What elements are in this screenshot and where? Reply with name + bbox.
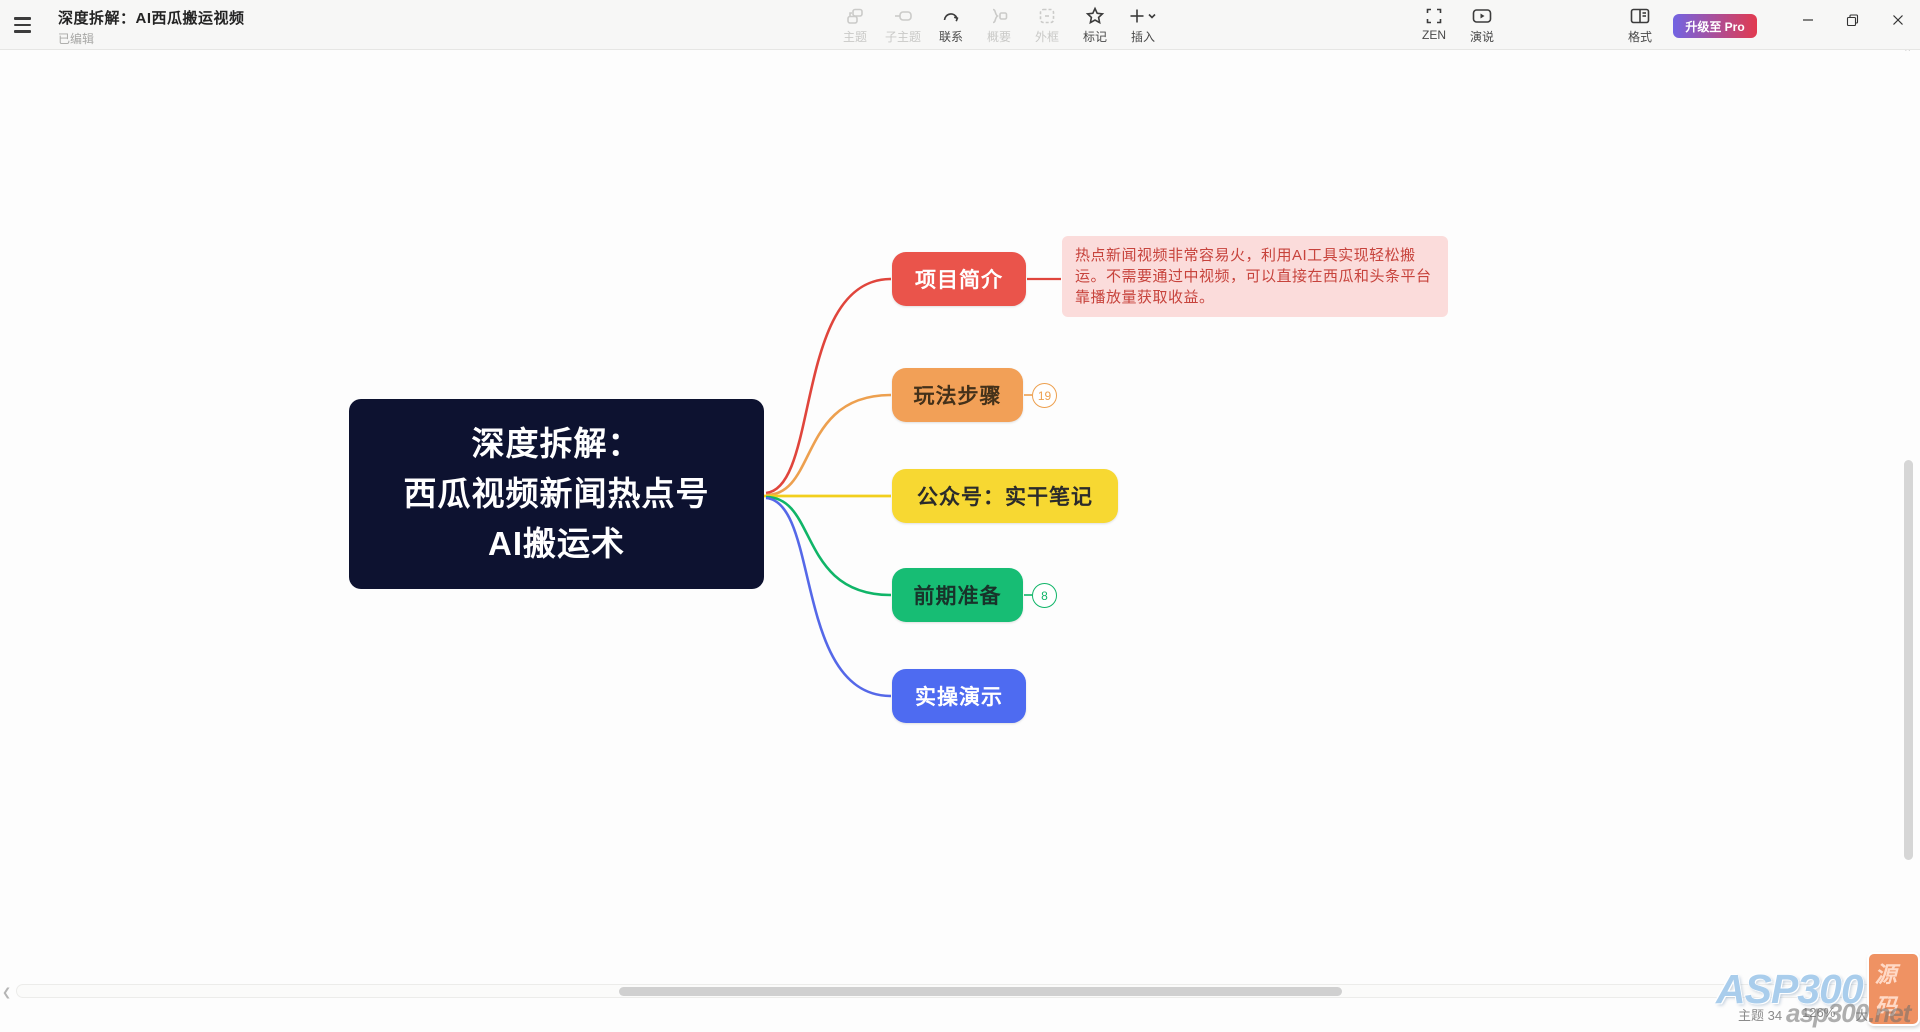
horizontal-scrollbar[interactable]	[16, 984, 1873, 998]
relationship-icon	[941, 5, 961, 27]
central-topic-line3: AI搬运术	[488, 519, 625, 569]
tool-subtopic[interactable]: 子主题	[879, 5, 927, 47]
central-topic-line2: 西瓜视频新闻热点号	[404, 469, 710, 519]
tool-format[interactable]: 格式	[1616, 5, 1664, 47]
subtopic-icon	[893, 5, 913, 27]
tool-zen[interactable]: ZEN	[1410, 5, 1458, 47]
play-icon	[1471, 5, 1493, 27]
horizontal-scrollbar-thumb[interactable]	[619, 987, 1342, 996]
plus-icon	[1129, 5, 1157, 27]
branch-line-red	[766, 279, 891, 493]
topic-demo[interactable]: 实操演示	[892, 669, 1026, 723]
vertical-scrollbar[interactable]	[1904, 60, 1913, 980]
upgrade-pro-button[interactable]: 升级至 Pro	[1673, 14, 1757, 38]
close-button[interactable]	[1875, 0, 1920, 40]
topic-icon	[845, 5, 865, 27]
zoom-level[interactable]: 126%	[1802, 1005, 1835, 1024]
topic-count[interactable]: 主题 34	[1738, 1005, 1782, 1024]
tool-insert[interactable]: 插入	[1119, 5, 1167, 47]
window-controls	[1785, 0, 1920, 50]
tool-present[interactable]: 演说	[1458, 5, 1506, 47]
central-topic[interactable]: 深度拆解： 西瓜视频新闻热点号 AI搬运术	[349, 399, 764, 589]
zen-mode-icon	[1424, 5, 1444, 27]
format-group: 格式	[1616, 5, 1664, 47]
vertical-scrollbar-thumb[interactable]	[1904, 460, 1913, 860]
topic-wechat-account[interactable]: 公众号：实干笔记	[892, 469, 1118, 523]
edit-tools-group: 主题 子主题 联系 概要 外框	[831, 5, 1167, 47]
document-title: 深度拆解：AI西瓜搬运视频	[58, 7, 245, 28]
outline-toggle[interactable]: 大纲	[1855, 1005, 1881, 1024]
collapsed-count-badge-8[interactable]: 8	[1032, 583, 1057, 608]
tool-relationship[interactable]: 联系	[927, 5, 975, 47]
tool-boundary[interactable]: 外框	[1023, 5, 1071, 47]
status-bar: 主题 34 126% 大纲	[1738, 1005, 1881, 1024]
document-title-block: 深度拆解：AI西瓜搬运视频 已编辑	[58, 7, 245, 47]
topic-gameplay-steps[interactable]: 玩法步骤	[892, 368, 1023, 422]
branch-line-blue	[766, 498, 891, 696]
edit-status: 已编辑	[58, 30, 245, 47]
tool-summary[interactable]: 概要	[975, 5, 1023, 47]
collapsed-count-badge-19[interactable]: 19	[1032, 383, 1057, 408]
minimize-button[interactable]	[1785, 0, 1830, 40]
hscroll-left-arrow[interactable]: ❮	[2, 986, 11, 999]
tool-topic[interactable]: 主题	[831, 5, 879, 47]
view-tools-group: ZEN 演说	[1410, 5, 1506, 47]
menu-icon[interactable]	[14, 13, 38, 37]
central-topic-line1: 深度拆解：	[472, 419, 642, 469]
star-icon	[1085, 5, 1105, 27]
format-panel-icon	[1629, 5, 1651, 27]
boundary-icon	[1037, 5, 1057, 27]
restore-button[interactable]	[1830, 0, 1875, 40]
topic-project-intro[interactable]: 项目简介	[892, 252, 1026, 306]
topic-note[interactable]: 热点新闻视频非常容易火，利用AI工具实现轻松搬运。不需要通过中视频，可以直接在西…	[1062, 236, 1448, 317]
topic-preparation[interactable]: 前期准备	[892, 568, 1023, 622]
top-toolbar: 深度拆解：AI西瓜搬运视频 已编辑 主题 子主题 联系 概要	[0, 0, 1920, 50]
tool-marker[interactable]: 标记	[1071, 5, 1119, 47]
summary-icon	[989, 5, 1009, 27]
